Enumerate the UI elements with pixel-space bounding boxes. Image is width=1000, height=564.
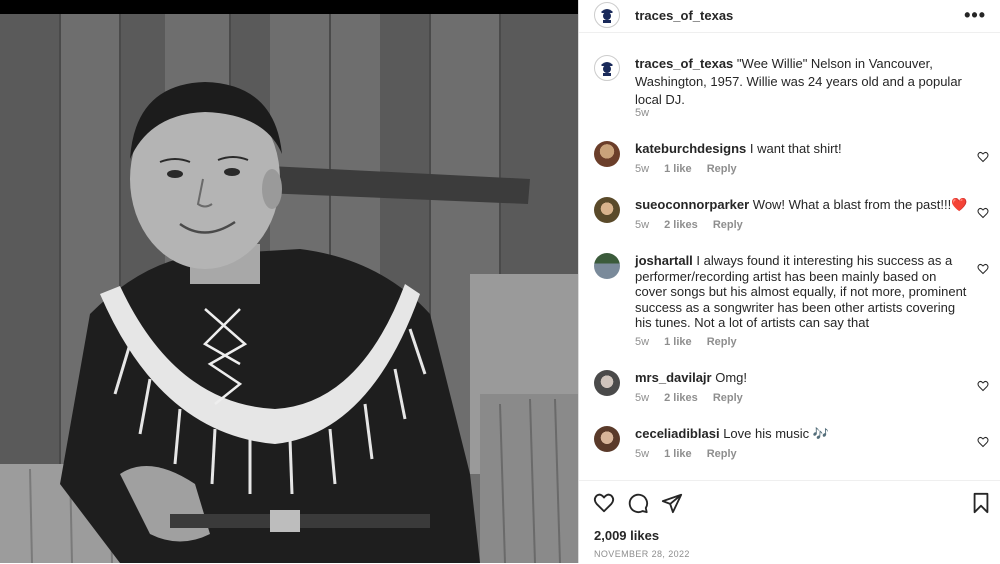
comment-username[interactable]: sueoconnorparker: [635, 197, 749, 212]
comment-heart-icon[interactable]: [977, 380, 989, 392]
caption-text: traces_of_texas "Wee Willie" Nelson in V…: [635, 55, 985, 109]
post-side-panel: traces_of_texas ••• traces_of_texas "Wee…: [578, 0, 1000, 563]
comment-username[interactable]: ceceliadiblasi: [635, 426, 720, 441]
comment-heart-icon[interactable]: [977, 263, 989, 275]
heart-icon[interactable]: [593, 492, 615, 514]
comment-icon[interactable]: [627, 492, 649, 514]
comment-username[interactable]: joshartall: [635, 253, 693, 268]
more-options-icon[interactable]: •••: [964, 6, 986, 24]
commenter-avatar[interactable]: [594, 426, 620, 452]
photo-top-bar: [0, 0, 578, 14]
commenter-avatar[interactable]: [594, 197, 620, 223]
author-username[interactable]: traces_of_texas: [635, 8, 733, 23]
comment-body: Wow! What a blast from the past!!!❤️: [752, 197, 968, 212]
comment-text: ceceliadiblasi Love his music 🎶: [635, 426, 968, 442]
post-header: traces_of_texas •••: [579, 0, 1000, 33]
comment-body: Love his music 🎶: [723, 426, 829, 441]
comment-age: 5w: [635, 336, 650, 348]
comment-username[interactable]: kateburchdesigns: [635, 141, 746, 156]
commenter-avatar[interactable]: [594, 253, 620, 279]
comment-text: joshartall I always found it interesting…: [635, 253, 968, 331]
commenter-avatar[interactable]: [594, 370, 620, 396]
comment-like-count[interactable]: 1 like: [664, 448, 692, 460]
comment-reply-button[interactable]: Reply: [707, 336, 737, 348]
comment-reply-button[interactable]: Reply: [713, 392, 743, 404]
caption-username[interactable]: traces_of_texas: [635, 56, 733, 71]
comment-body: I want that shirt!: [749, 141, 842, 156]
comment-age: 5w: [635, 448, 650, 460]
comment-like-count[interactable]: 1 like: [664, 336, 692, 348]
comment-like-count[interactable]: 2 likes: [664, 392, 698, 404]
comment-text: kateburchdesigns I want that shirt!: [635, 141, 968, 157]
comment-meta: 5w 2 likes Reply: [635, 219, 755, 231]
comment-reply-button[interactable]: Reply: [713, 219, 743, 231]
comment-age: 5w: [635, 392, 650, 404]
comment-reply-button[interactable]: Reply: [707, 163, 737, 175]
author-avatar[interactable]: [594, 2, 620, 28]
comment-meta: 5w 1 like Reply: [635, 336, 749, 348]
comment-meta: 5w 2 likes Reply: [635, 392, 755, 404]
comment-reply-button[interactable]: Reply: [707, 448, 737, 460]
caption-age: 5w: [635, 107, 650, 119]
bookmark-icon[interactable]: [970, 492, 992, 514]
comment-heart-icon[interactable]: [977, 436, 989, 448]
comment-body: Omg!: [715, 370, 748, 385]
comment-username[interactable]: mrs_davilajr: [635, 370, 712, 385]
caption-author-avatar[interactable]: [594, 55, 620, 81]
comment-age: 5w: [635, 163, 650, 175]
post-actions: 2,009 likes NOVEMBER 28, 2022: [579, 480, 1000, 564]
post-photo[interactable]: [0, 0, 578, 563]
comment-age: 5w: [635, 219, 650, 231]
like-count[interactable]: 2,009 likes: [594, 528, 659, 543]
comment-heart-icon[interactable]: [977, 151, 989, 163]
comment-meta: 5w 1 like Reply: [635, 448, 749, 460]
comment-like-count[interactable]: 1 like: [664, 163, 692, 175]
photo-image: [0, 14, 578, 563]
share-icon[interactable]: [661, 492, 683, 514]
comment-heart-icon[interactable]: [977, 207, 989, 219]
comment-text: sueoconnorparker Wow! What a blast from …: [635, 197, 968, 213]
comment-meta: 5w 1 like Reply: [635, 163, 749, 175]
comment-like-count[interactable]: 2 likes: [664, 219, 698, 231]
post-date: NOVEMBER 28, 2022: [594, 549, 690, 559]
commenter-avatar[interactable]: [594, 141, 620, 167]
comment-text: mrs_davilajr Omg!: [635, 370, 968, 386]
